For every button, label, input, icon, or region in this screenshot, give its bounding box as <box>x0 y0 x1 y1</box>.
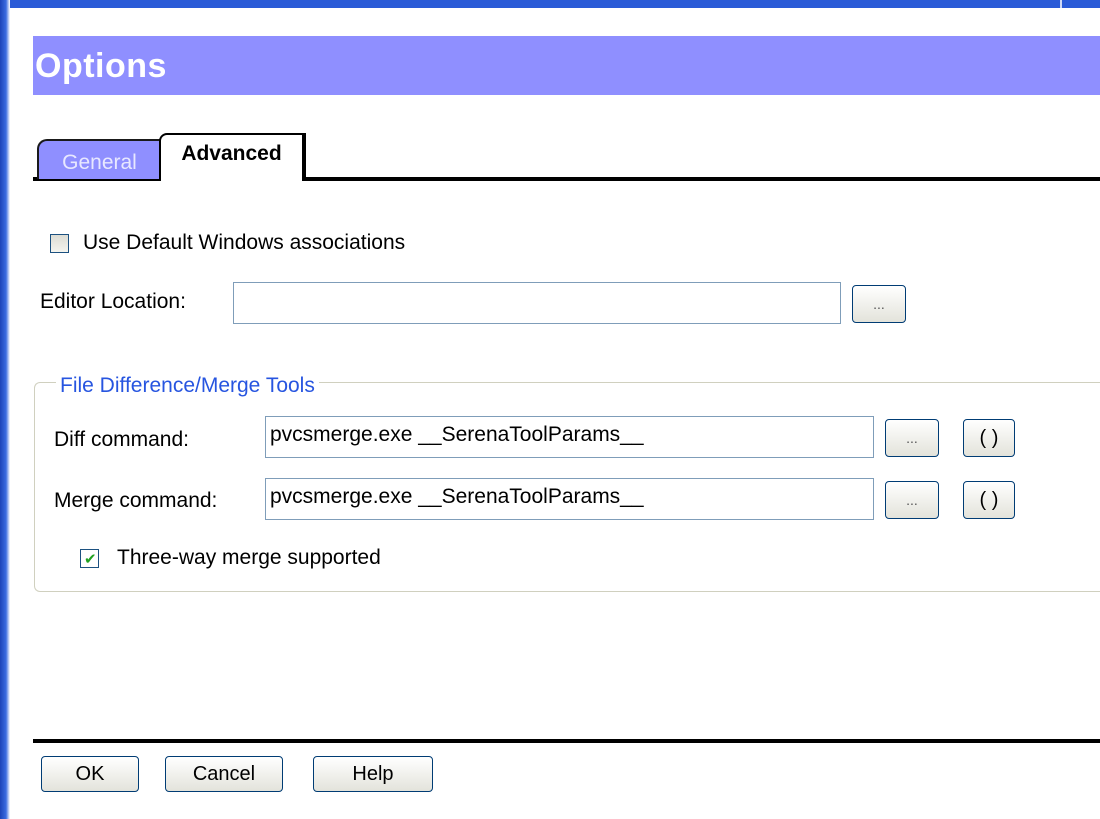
cancel-button[interactable]: Cancel <box>165 756 283 792</box>
checkmark-icon: ✔ <box>84 551 97 568</box>
merge-tools-legend: File Difference/Merge Tools <box>56 374 319 398</box>
tab-general[interactable]: General <box>37 139 162 179</box>
page-title: Options <box>35 47 167 85</box>
window-frame-edge <box>0 0 10 819</box>
diff-command-input[interactable]: pvcsmerge.exe __SerenaToolParams__ <box>265 416 874 458</box>
editor-location-input[interactable] <box>233 282 841 324</box>
merge-command-label: Merge command: <box>54 489 218 512</box>
tab-advanced[interactable]: Advanced <box>159 133 306 181</box>
editor-location-label: Editor Location: <box>40 290 186 313</box>
three-way-merge-checkbox[interactable]: ✔ <box>80 549 99 568</box>
diff-params-button[interactable]: ( ) <box>963 419 1015 457</box>
window-control-icon[interactable] <box>1060 0 1100 8</box>
ok-button[interactable]: OK <box>41 756 139 792</box>
use-default-associations-checkbox[interactable] <box>50 234 69 253</box>
merge-command-input[interactable]: pvcsmerge.exe __SerenaToolParams__ <box>265 478 874 520</box>
merge-params-button[interactable]: ( ) <box>963 481 1015 519</box>
editor-browse-button[interactable]: ... <box>852 285 906 323</box>
footer-divider <box>33 739 1100 743</box>
options-header <box>33 36 1100 95</box>
use-default-associations-label: Use Default Windows associations <box>83 231 406 254</box>
diff-command-label: Diff command: <box>54 428 189 451</box>
help-button[interactable]: Help <box>313 756 433 792</box>
diff-browse-button[interactable]: ... <box>885 419 939 457</box>
merge-browse-button[interactable]: ... <box>885 481 939 519</box>
window-titlebar-strip <box>0 0 1100 8</box>
three-way-merge-label: Three-way merge supported <box>117 546 381 569</box>
